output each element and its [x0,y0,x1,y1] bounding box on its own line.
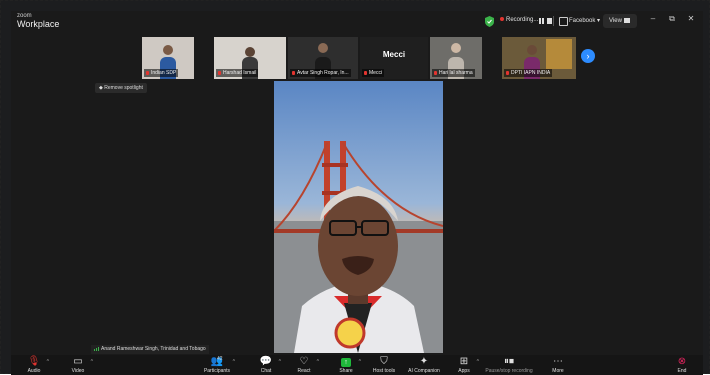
participant-tile[interactable]: Harshad Ismail [214,37,286,79]
view-button[interactable]: View [603,14,637,28]
chevron-up-icon[interactable]: ^ [233,359,235,365]
shield-icon[interactable] [485,16,494,27]
participant-tile[interactable]: Hari lal sharma [430,37,482,79]
chevron-up-icon[interactable]: ^ [91,359,93,365]
recording-controls-button[interactable]: ⏸⏹ Pause/stop recording [481,355,537,375]
title-bar: zoom Workplace Recording... Facebook ▾ V… [11,11,703,35]
chevron-up-icon[interactable]: ^ [47,359,49,365]
participants-label: Participants [203,368,231,374]
chevron-up-icon[interactable]: ^ [477,359,479,365]
share-icon: ↑ [341,357,351,367]
share-button[interactable]: ↑ ^ Share [329,355,363,375]
more-icon: ⋯ [553,356,563,367]
heart-icon: ♡ [299,356,309,367]
sparkle-icon: ✦ [419,356,429,367]
end-icon: ⊗ [677,356,687,367]
video-label: Video [71,368,85,374]
participants-button[interactable]: 👥 42 ^ Participants [197,355,237,375]
participant-tile[interactable]: Avtar Singh Ropar, In... [288,37,358,79]
mic-muted-icon [364,70,367,75]
participant-name: Harshad Ismail [216,69,259,77]
participant-name: Avtar Singh Ropar, In... [290,69,351,77]
live-stream-icon[interactable] [559,17,568,26]
apps-icon: ⊞ [459,356,469,367]
mic-muted-icon [218,70,221,75]
shield-icon: ⛉ [380,356,388,367]
avatar [451,43,461,53]
apps-label: Apps [458,368,470,374]
microphone-muted-icon: 🎙 [27,356,41,367]
mic-muted-icon [506,70,509,75]
participant-name-placeholder: Mecci [382,50,406,59]
recording-controls-label: Pause/stop recording [485,368,533,374]
active-speaker-label: Anand Rameshwar Singh, Trinidad and Toba… [91,345,209,354]
facebook-stream-dropdown[interactable]: Facebook ▾ [569,17,600,24]
signal-icon [94,346,99,351]
participant-name: Hari lal sharma [432,69,475,77]
end-button[interactable]: ⊗ End [665,355,699,375]
mic-muted-icon [434,70,437,75]
react-button[interactable]: ♡ ^ React [287,355,321,375]
next-page-button[interactable]: › [581,49,595,63]
more-label: More [552,368,564,374]
react-label: React [297,368,311,374]
participant-tile[interactable]: Mecci Mecci [360,37,428,79]
ai-companion-label: AI Companion [408,368,440,374]
meeting-toolbar: 🎙 ^ Audio ▭ ^ Video 👥 42 ^ Participants … [11,355,703,375]
grid-view-icon [624,18,630,23]
avatar [526,45,537,55]
recording-status[interactable]: Recording... [500,17,538,23]
remove-spotlight-button[interactable]: ◆ Remove spotlight [95,83,147,93]
recording-label: Recording... [506,17,539,23]
avatar [245,47,255,57]
remove-spotlight-label: Remove spotlight [104,85,143,91]
host-tools-button[interactable]: ⛉ Host tools [367,355,401,375]
host-tools-label: Host tools [372,368,396,374]
view-label: View [609,18,622,24]
chevron-up-icon[interactable]: ^ [359,359,361,365]
video-button[interactable]: ▭ ^ Video [61,355,95,375]
video-frame [274,81,443,353]
participant-tile[interactable]: Indian SDP [142,37,194,79]
chat-icon: 💬 [259,356,273,367]
chat-label: Chat [260,368,272,374]
ai-companion-button[interactable]: ✦ AI Companion [405,355,443,375]
participants-count: 42 [217,356,223,362]
participant-tile[interactable]: DPTI IAPN INDIA [502,37,576,79]
chevron-up-icon[interactable]: ^ [317,359,319,365]
participant-name: Mecci [362,69,385,77]
app-logo-main: Workplace [17,19,60,29]
stop-recording-icon[interactable] [547,18,552,24]
mic-muted-icon [146,70,149,75]
speaker-name: Anand Rameshwar Singh, Trinidad and Toba… [101,346,206,352]
avatar [318,43,328,53]
screenshot-frame: zoom Workplace Recording... Facebook ▾ V… [0,0,710,375]
zoom-window: zoom Workplace Recording... Facebook ▾ V… [11,11,703,375]
participant-name: DPTI IAPN INDIA [504,69,553,77]
background-shrine [546,39,572,69]
participant-strip: Indian SDP Harshad Ismail Avtar Singh Ro… [11,37,703,81]
pause-recording-icon[interactable] [539,18,541,24]
end-label: End [677,368,687,374]
pause-stop-icon: ⏸⏹ [504,356,514,367]
mic-muted-icon [292,70,295,75]
chat-button[interactable]: 💬 ^ Chat [249,355,283,375]
restore-button[interactable]: ⧉ [666,14,678,24]
chevron-up-icon[interactable]: ^ [279,359,281,365]
divider [553,16,554,26]
record-dot-icon [500,17,504,21]
apps-button[interactable]: ⊞ ^ Apps [447,355,481,375]
audio-button[interactable]: 🎙 ^ Audio [17,355,51,375]
share-label: Share [339,368,353,374]
close-button[interactable]: ✕ [685,14,697,23]
camera-icon: ▭ [73,356,83,367]
spotlight-video[interactable] [274,81,443,353]
avatar [163,45,173,55]
minimize-button[interactable]: – [647,14,659,23]
audio-label: Audio [27,368,41,374]
pause-recording-icon-bar [542,18,544,24]
facebook-label: Facebook [569,18,596,24]
more-button[interactable]: ⋯ More [541,355,575,375]
participant-name: Indian SDP [144,69,179,77]
